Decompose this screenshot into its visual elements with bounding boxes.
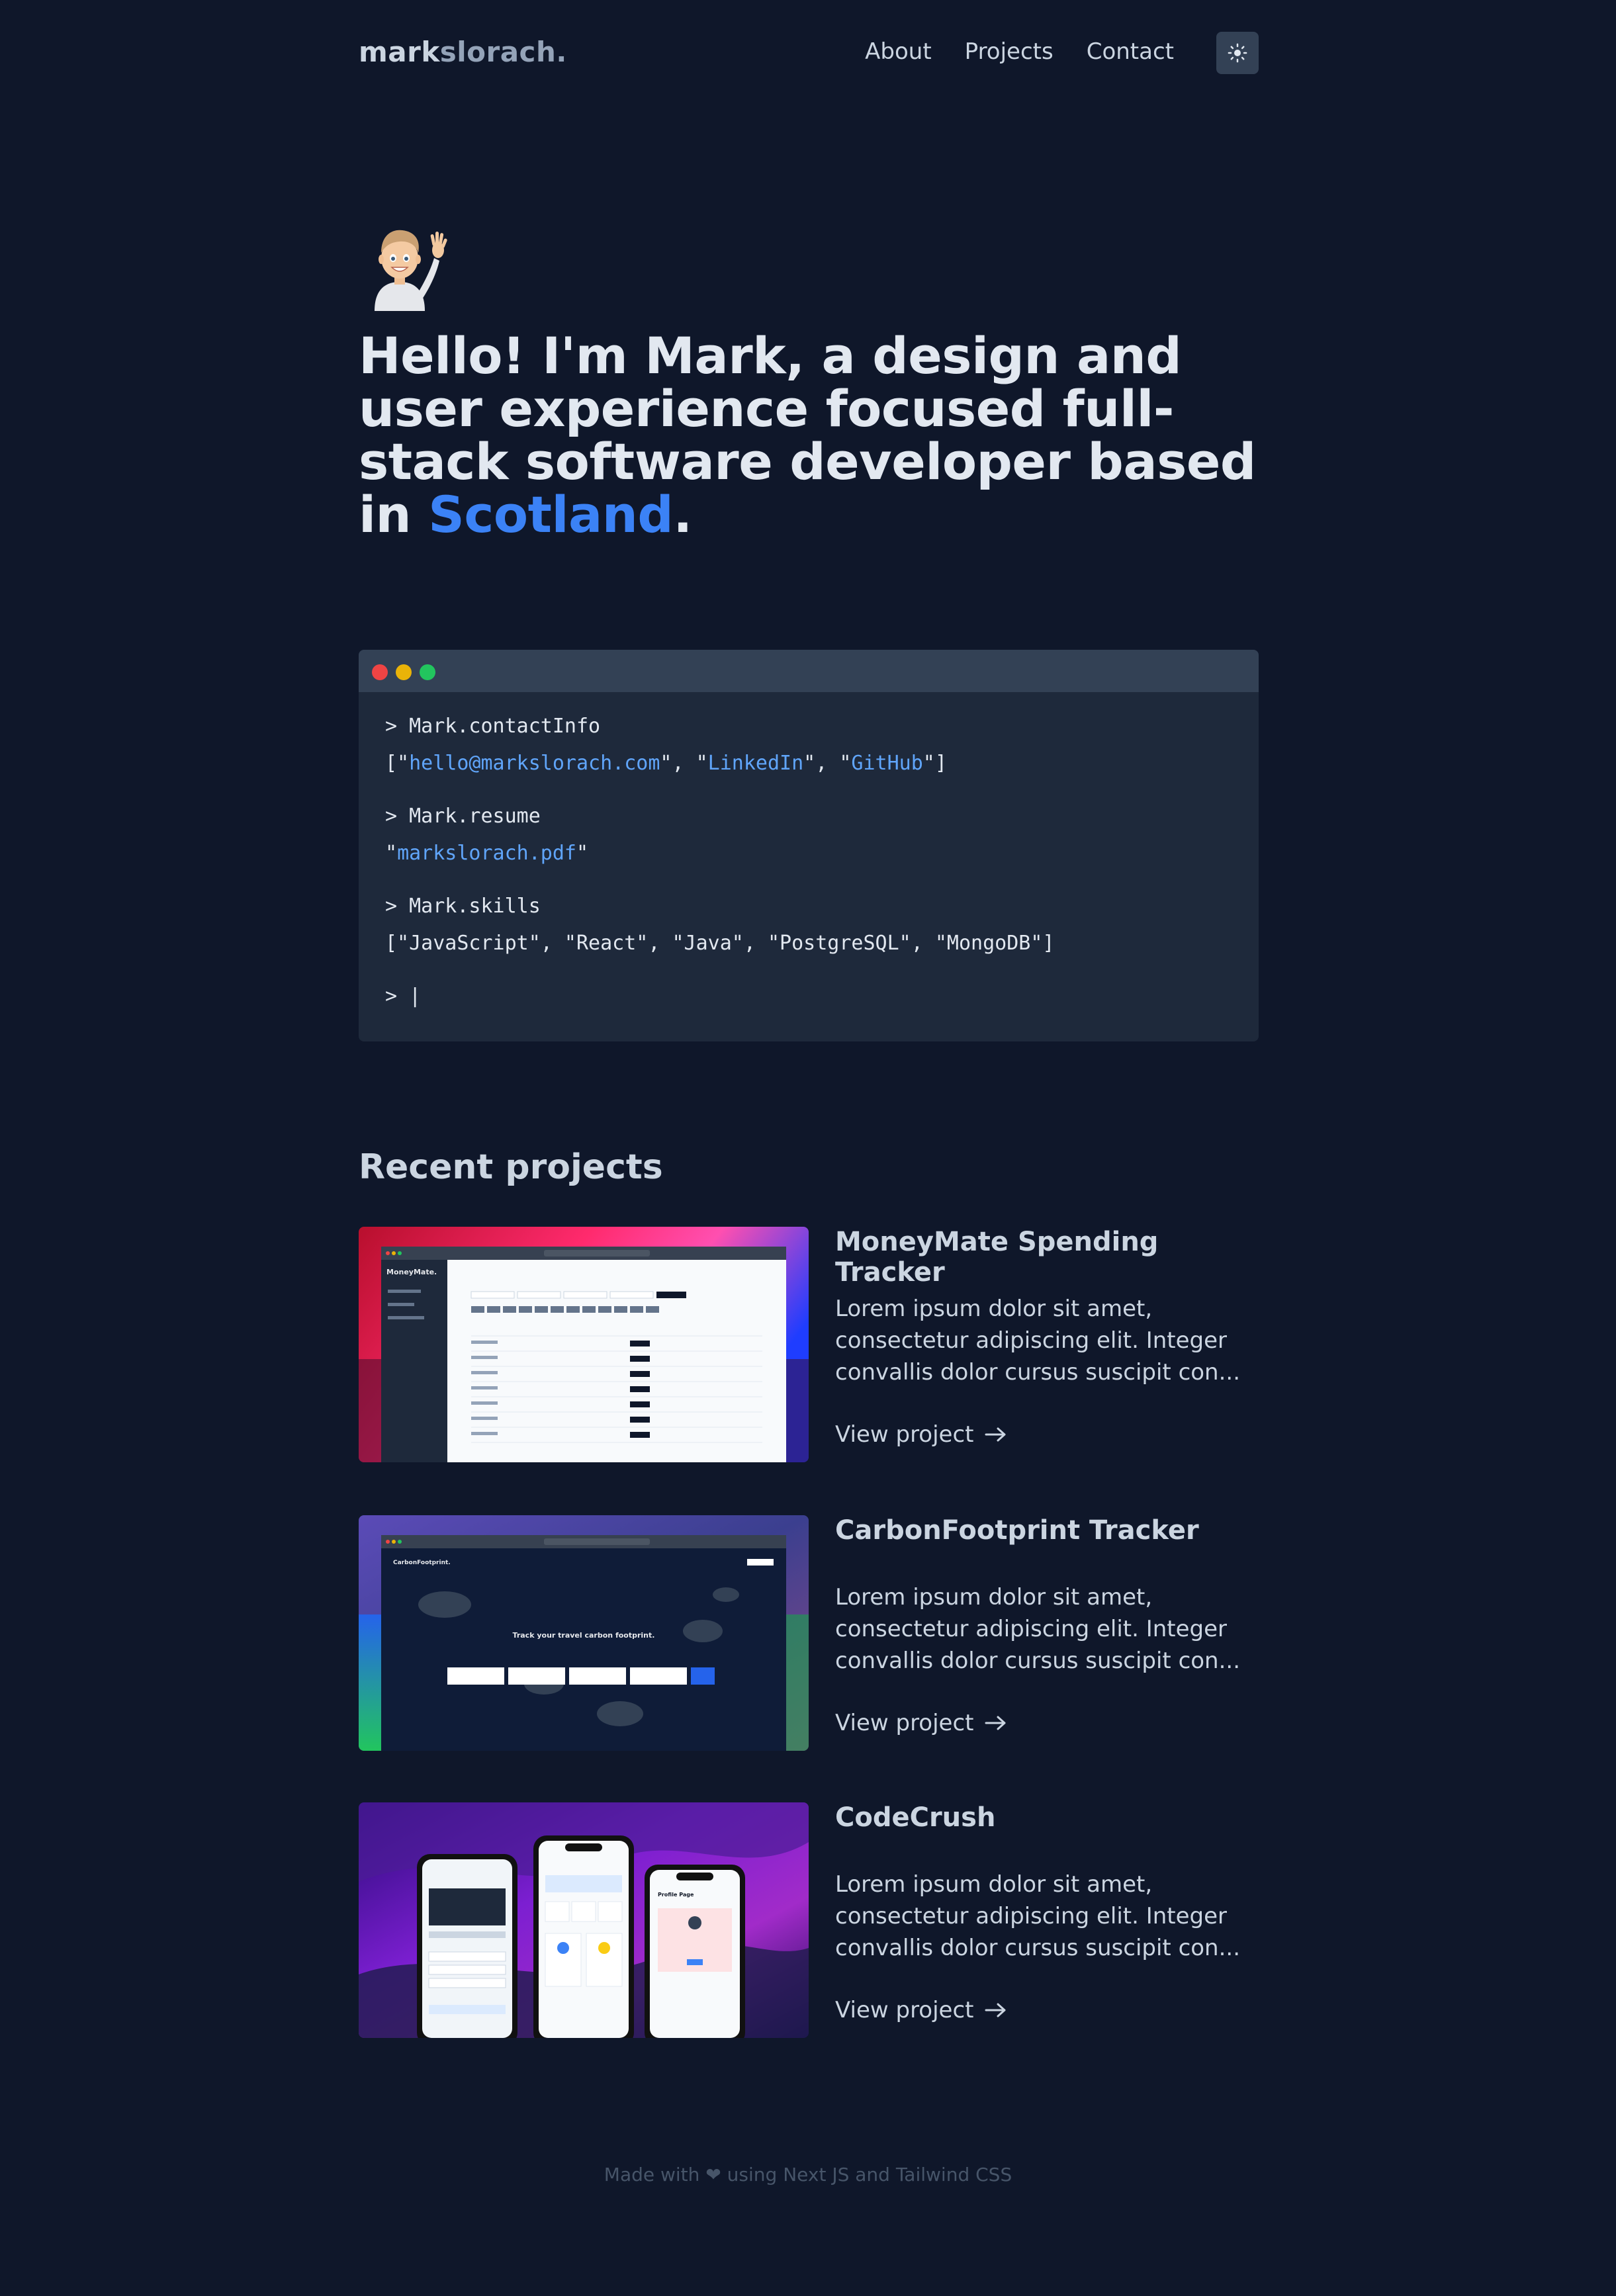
- terminal-titlebar: [359, 650, 1259, 692]
- thumb-screen-title: Profile Page: [658, 1892, 694, 1898]
- minimize-dot-icon: [396, 664, 412, 680]
- logo-part-slorach: slorach.: [439, 36, 567, 68]
- terminal-output-contact: ["hello@markslorach.com", "LinkedIn", "G…: [385, 752, 947, 775]
- close-dot-icon: [372, 664, 388, 680]
- view-project-label: View project: [835, 1421, 974, 1448]
- project-thumbnail[interactable]: CarbonFootprint. Track your travel carbo…: [359, 1515, 809, 1751]
- arrow-right-icon: [985, 1427, 1005, 1442]
- resume-link[interactable]: markslorach.pdf: [397, 842, 576, 865]
- hero-location-highlight: Scotland: [428, 485, 674, 544]
- project-card: CarbonFootprint. Track your travel carbo…: [359, 1515, 1259, 1751]
- project-title[interactable]: MoneyMate Spending Tracker: [835, 1227, 1259, 1288]
- project-thumbnail[interactable]: Profile Page: [359, 1802, 809, 2038]
- github-link[interactable]: GitHub: [851, 752, 922, 775]
- project-thumbnail[interactable]: MoneyMate.: [359, 1227, 809, 1462]
- view-project-link[interactable]: View project: [835, 1997, 1007, 2023]
- project-description: Lorem ipsum dolor sit amet, consectetur …: [835, 1584, 1241, 1674]
- thumb-app-name: MoneyMate.: [386, 1268, 437, 1276]
- terminal-body: > Mark.contactInfo ["hello@markslorach.c…: [359, 692, 1259, 1031]
- nav-projects-link[interactable]: Projects: [965, 38, 1054, 65]
- hero-text-end: .: [673, 485, 692, 544]
- terminal-command: > Mark.contactInfo: [385, 715, 601, 738]
- view-project-label: View project: [835, 1710, 974, 1736]
- theme-toggle-button[interactable]: [1216, 32, 1259, 74]
- terminal-output-skills: ["JavaScript", "React", "Java", "Postgre…: [385, 932, 1055, 955]
- main-nav: About Projects Contact: [865, 38, 1174, 65]
- terminal-output-resume: "markslorach.pdf": [385, 842, 589, 865]
- project-card: Profile Page CodeCrush Lorem ipsum dolor…: [359, 1802, 1259, 2038]
- terminal-command: > Mark.skills: [385, 895, 541, 918]
- view-project-link[interactable]: View project: [835, 1421, 1007, 1448]
- recent-projects-title: Recent projects: [359, 1147, 663, 1187]
- nav-contact-link[interactable]: Contact: [1087, 38, 1174, 65]
- email-link[interactable]: hello@markslorach.com: [409, 752, 660, 775]
- memoji-avatar-icon: [375, 230, 447, 311]
- thumb-app-name: CarbonFootprint.: [393, 1560, 451, 1566]
- arrow-right-icon: [985, 1716, 1005, 1730]
- project-title[interactable]: CarbonFootprint Tracker: [835, 1515, 1199, 1546]
- project-description: Lorem ipsum dolor sit amet, consectetur …: [835, 1871, 1241, 1961]
- sun-icon: [1228, 43, 1247, 63]
- site-footer: Made with ❤ using Next JS and Tailwind C…: [604, 2164, 1012, 2186]
- view-project-link[interactable]: View project: [835, 1710, 1007, 1736]
- terminal-prompt[interactable]: > |: [385, 978, 1232, 1015]
- maximize-dot-icon: [420, 664, 435, 680]
- arrow-right-icon: [985, 2003, 1005, 2017]
- project-title[interactable]: CodeCrush: [835, 1802, 995, 1833]
- site-header: markslorach. About Projects Contact: [359, 32, 1259, 74]
- view-project-label: View project: [835, 1997, 974, 2023]
- logo-part-mark: mark: [359, 36, 440, 68]
- hero-heading: Hello! I'm Mark, a design and user exper…: [359, 330, 1259, 541]
- linkedin-link[interactable]: LinkedIn: [708, 752, 804, 775]
- terminal-command: > Mark.resume: [385, 805, 541, 828]
- thumb-heading: Track your travel carbon footprint.: [513, 1631, 655, 1640]
- project-card: MoneyMate. MoneyMate Spending Tracker Lo…: [359, 1227, 1259, 1462]
- site-logo[interactable]: markslorach.: [359, 36, 567, 68]
- nav-about-link[interactable]: About: [865, 38, 932, 65]
- terminal-window: > Mark.contactInfo ["hello@markslorach.c…: [359, 650, 1259, 1041]
- project-description: Lorem ipsum dolor sit amet, consectetur …: [835, 1296, 1241, 1386]
